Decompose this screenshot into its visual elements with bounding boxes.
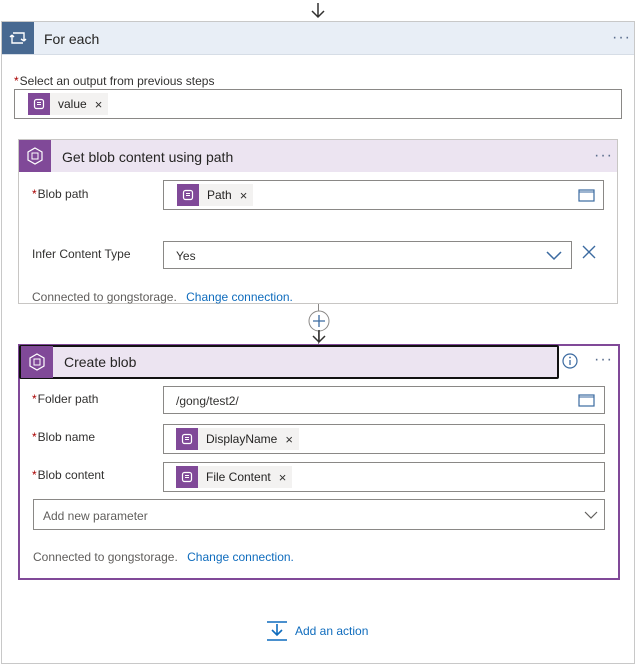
remove-token-icon[interactable]: ×	[240, 188, 248, 203]
connected-text: Connected to gongstorage.	[33, 550, 178, 564]
foreach-title: For each	[44, 31, 100, 47]
remove-token-icon[interactable]: ×	[279, 470, 287, 485]
add-action-label: Add an action	[295, 624, 369, 638]
change-connection-link[interactable]: Change connection.	[186, 290, 293, 304]
create-blob-connection: Connected to gongstorage. Change connect…	[33, 550, 294, 564]
folder-picker-icon[interactable]	[578, 187, 596, 203]
value-token-label: value	[58, 97, 87, 111]
blob-storage-icon	[21, 346, 53, 378]
select-output-label: *Select an output from previous steps	[14, 74, 215, 88]
blob-token-icon	[176, 466, 198, 488]
clear-icon[interactable]	[582, 245, 596, 259]
remove-token-icon[interactable]: ×	[285, 432, 293, 447]
select-output-field[interactable]: value ×	[14, 89, 622, 119]
loop-icon	[2, 22, 34, 54]
create-blob-header[interactable]: Create blob	[19, 345, 559, 379]
get-blob-connection: Connected to gongstorage. Change connect…	[32, 290, 293, 304]
infer-content-value: Yes	[176, 249, 196, 263]
folder-path-value: /gong/test2/	[176, 394, 239, 408]
displayname-token-label: DisplayName	[206, 432, 278, 446]
arrow-down-icon	[311, 3, 325, 19]
blob-path-field[interactable]: Path ×	[163, 180, 604, 210]
folder-path-field[interactable]: /gong/test2/	[163, 386, 605, 414]
chevron-down-icon	[584, 511, 598, 519]
get-blob-header[interactable]: Get blob content using path ···	[19, 140, 617, 172]
file-content-token-label: File Content	[206, 470, 271, 484]
folder-picker-icon[interactable]	[578, 392, 596, 408]
add-action-icon	[267, 621, 287, 641]
folder-path-label: *Folder path	[32, 392, 99, 406]
create-blob-card: Create blob ··· *Folder path /gong/test2…	[18, 344, 620, 580]
change-connection-link[interactable]: Change connection.	[187, 550, 294, 564]
blob-name-label: *Blob name	[32, 430, 96, 444]
blob-token-icon	[28, 93, 50, 115]
get-blob-menu-icon[interactable]: ···	[594, 148, 613, 164]
file-content-token[interactable]: File Content ×	[176, 466, 293, 488]
info-icon[interactable]	[562, 353, 578, 369]
blob-path-label: *Blob path	[32, 187, 89, 201]
foreach-menu-icon[interactable]: ···	[612, 30, 631, 46]
blob-token-icon	[177, 184, 199, 206]
value-token[interactable]: value ×	[28, 93, 109, 115]
arrow-down-icon	[312, 330, 326, 344]
foreach-container: For each ··· *Select an output from prev…	[1, 21, 635, 664]
path-token[interactable]: Path ×	[177, 184, 254, 206]
get-blob-card: Get blob content using path ··· *Blob pa…	[18, 139, 618, 304]
infer-content-select[interactable]: Yes	[163, 241, 572, 269]
chevron-down-icon	[546, 251, 562, 261]
blob-content-field[interactable]: File Content ×	[163, 462, 605, 492]
get-blob-title: Get blob content using path	[62, 149, 234, 165]
add-action-button[interactable]: Add an action	[266, 620, 368, 642]
blob-token-icon	[176, 428, 198, 450]
blob-name-field[interactable]: DisplayName ×	[163, 424, 605, 454]
infer-content-label: Infer Content Type	[32, 247, 131, 261]
add-parameter-placeholder: Add new parameter	[43, 509, 148, 523]
blob-content-label: *Blob content	[32, 468, 105, 482]
create-blob-menu-icon[interactable]: ···	[594, 352, 613, 368]
create-blob-title: Create blob	[64, 354, 137, 370]
remove-token-icon[interactable]: ×	[95, 97, 103, 112]
blob-storage-icon	[19, 140, 51, 172]
add-parameter-select[interactable]: Add new parameter	[33, 499, 605, 530]
foreach-header[interactable]: For each ···	[2, 22, 634, 55]
path-token-label: Path	[207, 188, 232, 202]
displayname-token[interactable]: DisplayName ×	[176, 428, 299, 450]
connected-text: Connected to gongstorage.	[32, 290, 177, 304]
